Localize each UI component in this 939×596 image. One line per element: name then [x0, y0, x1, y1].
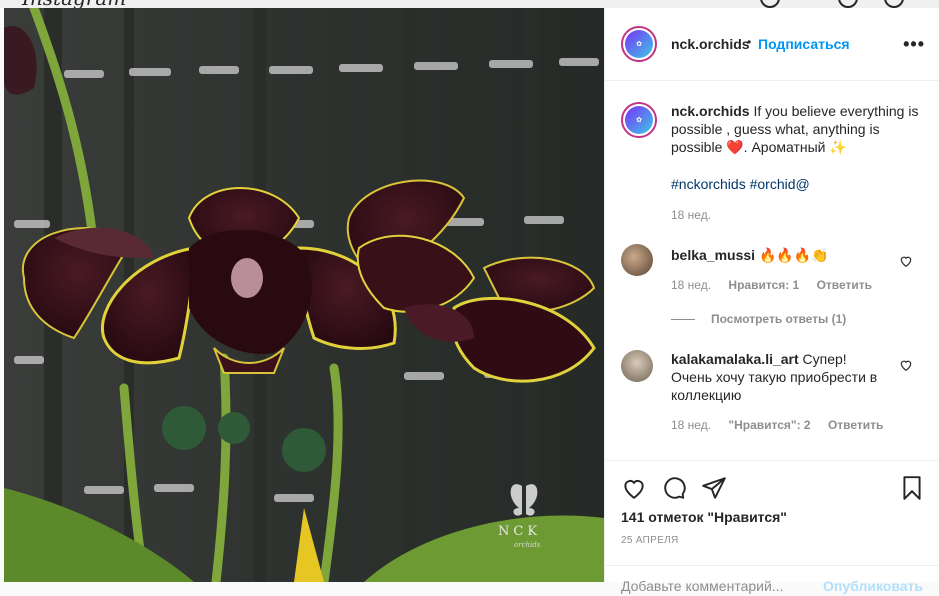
watermark-brand: NCK [498, 524, 542, 539]
caption-time[interactable]: 18 нед. [671, 208, 711, 222]
post-username[interactable]: nck.orchids [671, 36, 750, 52]
post-sidebar: ✿ nck.orchids • Подписаться ••• ✿ nck.or… [604, 8, 939, 594]
explore-icon[interactable] [838, 0, 858, 8]
post-header: ✿ nck.orchids • Подписаться ••• [605, 8, 939, 81]
post-image[interactable]: NCK orchids [4, 8, 604, 582]
follow-button[interactable]: Подписаться [758, 36, 850, 52]
avatar[interactable]: ✿ [621, 26, 657, 62]
comment-username[interactable]: belka_mussi [671, 247, 755, 263]
comment-avatar[interactable] [621, 244, 653, 276]
comment-likes[interactable]: Нравится: 1 [728, 278, 799, 292]
caption-username[interactable]: nck.orchids [671, 103, 750, 119]
view-replies-label: Посмотреть ответы (1) [711, 312, 847, 326]
reply-button[interactable]: Ответить [828, 418, 883, 432]
likes-count[interactable]: 141 отметок "Нравится" [621, 509, 787, 525]
comment-like-icon[interactable] [899, 358, 913, 372]
avatar-image: ✿ [625, 30, 653, 58]
comment-input[interactable]: Добавьте комментарий... [621, 578, 783, 594]
comment-item: kalakamalaka.li_art Супер! Очень хочу та… [671, 350, 891, 404]
comment-meta: 18 нед. Нравится: 1 Ответить [671, 278, 872, 292]
comment-text: 🔥🔥🔥👏 [758, 247, 829, 263]
comment-like-icon[interactable] [899, 254, 913, 268]
comment-time[interactable]: 18 нед. [671, 278, 711, 292]
comment-icon[interactable] [661, 475, 687, 501]
orchid-photo [4, 8, 604, 582]
watermark-sub: orchids [514, 541, 541, 549]
like-icon[interactable] [621, 475, 647, 501]
post-date[interactable]: 25 АПРЕЛЯ [621, 535, 678, 546]
reply-button[interactable]: Ответить [817, 278, 872, 292]
replies-line [671, 319, 695, 321]
caption-avatar-image: ✿ [625, 106, 653, 134]
comment-username[interactable]: kalakamalaka.li_art [671, 351, 799, 367]
comment-time[interactable]: 18 нед. [671, 418, 711, 432]
nav-icon[interactable] [760, 0, 780, 8]
top-nav-strip: Instagram [0, 0, 939, 8]
heart-nav-icon[interactable] [884, 0, 904, 8]
comment-avatar[interactable] [621, 350, 653, 382]
view-replies-button[interactable]: Посмотреть ответы (1) [671, 312, 846, 326]
more-options-icon[interactable]: ••• [903, 34, 925, 55]
caption-avatar[interactable]: ✿ [621, 102, 657, 138]
hashtags[interactable]: #nckorchids #orchid@ [671, 176, 810, 192]
caption: nck.orchids If you believe everything is… [671, 102, 921, 156]
comment-likes[interactable]: "Нравится": 2 [728, 418, 810, 432]
comment-meta: 18 нед. "Нравится": 2 Ответить [671, 418, 883, 432]
add-comment-bar: Добавьте комментарий... Опубликовать [605, 565, 939, 596]
comment-item: belka_mussi 🔥🔥🔥👏 [671, 246, 891, 264]
share-icon[interactable] [701, 475, 727, 501]
instagram-logo[interactable]: Instagram [22, 0, 126, 8]
publish-button[interactable]: Опубликовать [823, 578, 923, 594]
post-actions: 141 отметок "Нравится" 25 АПРЕЛЯ Добавьт… [605, 460, 939, 594]
bookmark-icon[interactable] [899, 475, 925, 501]
separator-dot: • [747, 35, 752, 49]
